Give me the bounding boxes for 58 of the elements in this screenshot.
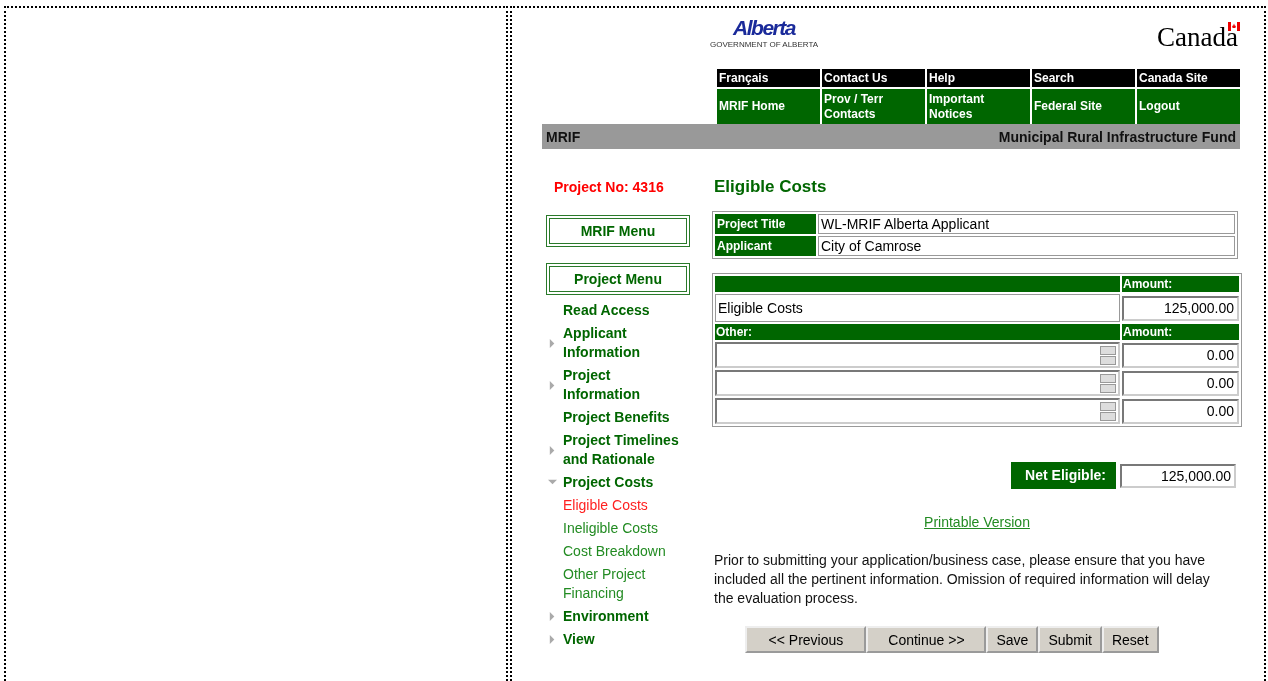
sidebar-sublink[interactable]: Ineligible Costs bbox=[563, 519, 693, 538]
other-text-field[interactable] bbox=[715, 370, 1120, 396]
form-button[interactable]: Continue >> bbox=[866, 626, 987, 653]
amount-header: Amount: bbox=[1122, 324, 1239, 340]
info-label: Project Title bbox=[715, 214, 816, 234]
amount-input[interactable]: 125,000.00 bbox=[1122, 295, 1239, 321]
sidebar-link[interactable]: Project Timelines and Rationale bbox=[563, 431, 681, 469]
sidebar-link[interactable]: Environment bbox=[563, 607, 681, 626]
nav-link[interactable]: Logout bbox=[1137, 89, 1240, 124]
other-text-field[interactable] bbox=[715, 398, 1120, 424]
menu-button[interactable]: MRIF Menu bbox=[546, 215, 690, 247]
nav-link[interactable]: Contact Us bbox=[822, 69, 925, 87]
nav-link[interactable]: Help bbox=[927, 69, 1030, 87]
other-text-field[interactable] bbox=[715, 342, 1120, 368]
net-eligible-input[interactable]: 125,000.00 bbox=[1120, 463, 1236, 488]
sidebar-link[interactable]: Project Information bbox=[563, 366, 681, 404]
notice-text: Prior to submitting your application/business case, please ensure that you have included all the pertinent information. Omission of required information will delay the evaluation process. bbox=[714, 551, 1211, 608]
project-number: 4316 bbox=[632, 179, 664, 195]
nav-link[interactable]: Canada Site bbox=[1137, 69, 1240, 87]
sidebar-sublink[interactable]: Other Project Financing bbox=[563, 565, 693, 603]
form-button[interactable]: Save bbox=[986, 626, 1039, 653]
nav-link[interactable]: Important Notices bbox=[927, 89, 1030, 124]
banner-left-text: MRIF bbox=[546, 128, 581, 145]
sidebar-link[interactable]: Applicant Information bbox=[563, 324, 681, 362]
cost-label: Eligible Costs bbox=[715, 294, 1120, 322]
sidebar-sublink[interactable]: Cost Breakdown bbox=[563, 542, 693, 561]
sidebar-link[interactable]: Read Access bbox=[563, 301, 681, 320]
canada-wordmark: Canada bbox=[1157, 22, 1240, 52]
info-value: City of Camrose bbox=[818, 236, 1235, 256]
form-button[interactable]: Reset bbox=[1101, 626, 1159, 653]
nav-link[interactable]: Federal Site bbox=[1032, 89, 1135, 124]
sidebar-link[interactable]: Project Costs bbox=[563, 473, 681, 492]
project-number-label: Project No: bbox=[554, 179, 629, 195]
form-button[interactable]: << Previous bbox=[745, 626, 867, 653]
amount-input[interactable]: 0.00 bbox=[1122, 398, 1239, 424]
info-value: WL-MRIF Alberta Applicant bbox=[818, 214, 1235, 234]
sidebar-link[interactable]: View bbox=[563, 630, 681, 649]
spinner-icon bbox=[1100, 345, 1116, 365]
spinner-icon bbox=[1100, 373, 1116, 393]
page-title: Eligible Costs bbox=[714, 177, 828, 198]
net-eligible-label: Net Eligible: bbox=[1011, 462, 1116, 489]
other-header: Other: bbox=[715, 324, 1120, 340]
amount-input[interactable]: 0.00 bbox=[1122, 370, 1239, 396]
spinner-icon bbox=[1100, 401, 1116, 421]
nav-link[interactable]: MRIF Home bbox=[717, 89, 820, 124]
nav-link[interactable]: Prov / Terr Contacts bbox=[822, 89, 925, 124]
info-label: Applicant bbox=[715, 236, 816, 256]
printable-version-link[interactable]: Printable Version bbox=[924, 514, 1030, 530]
amount-header: Amount: bbox=[1122, 276, 1239, 292]
nav-link[interactable]: Search bbox=[1032, 69, 1135, 87]
form-button[interactable]: Submit bbox=[1038, 626, 1102, 653]
nav-link[interactable]: Français bbox=[717, 69, 820, 87]
banner-title: Municipal Rural Infrastructure Fund bbox=[998, 128, 1236, 145]
sidebar-sublink[interactable]: Eligible Costs bbox=[563, 496, 693, 515]
amount-input[interactable]: 0.00 bbox=[1122, 342, 1239, 368]
menu-button[interactable]: Project Menu bbox=[546, 263, 690, 295]
alberta-logo: Alberta GOVERNMENT OF ALBERTA bbox=[709, 16, 820, 50]
sidebar-link[interactable]: Project Benefits bbox=[563, 408, 681, 427]
